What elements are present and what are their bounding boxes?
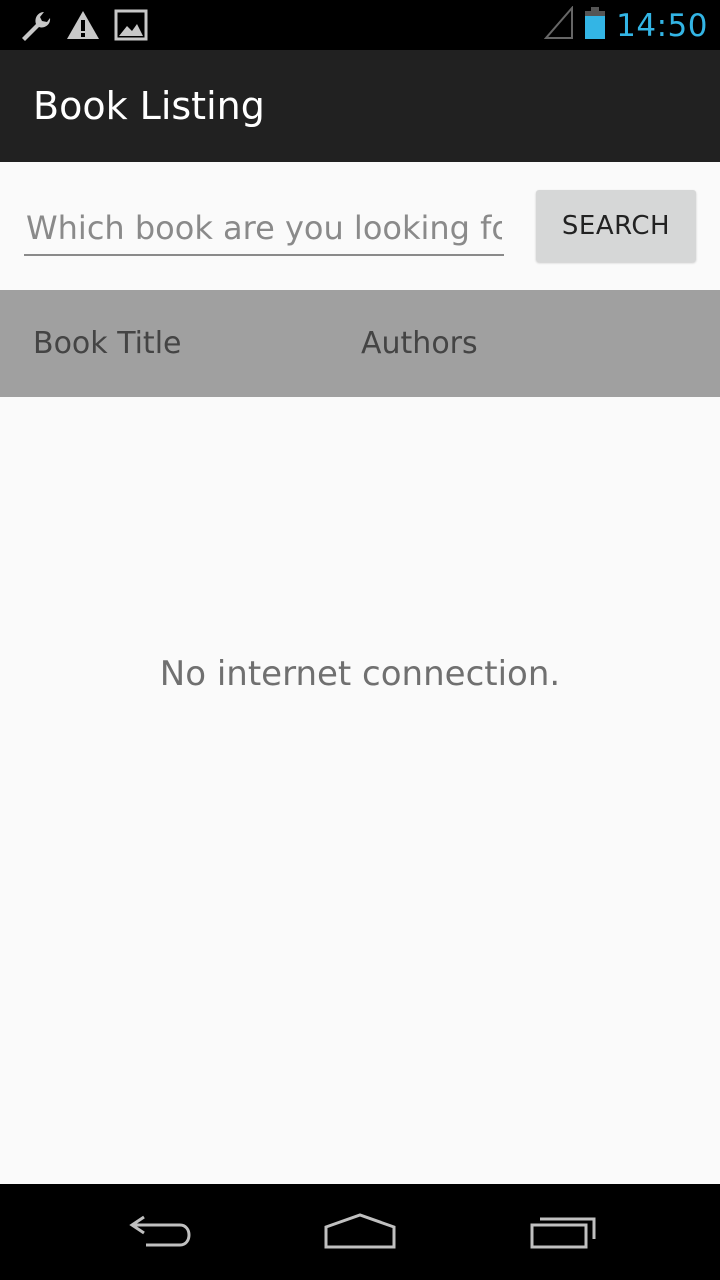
- image-icon: [114, 9, 148, 46]
- search-button[interactable]: SEARCH: [536, 190, 696, 262]
- column-header-book-title: Book Title: [33, 326, 182, 361]
- app-title: Book Listing: [33, 84, 265, 128]
- navigation-bar: [0, 1184, 720, 1280]
- empty-state-message: No internet connection.: [159, 654, 561, 694]
- status-bar: 14:50: [0, 0, 720, 50]
- home-icon: [322, 1209, 398, 1258]
- back-button[interactable]: [120, 1208, 200, 1258]
- recents-button[interactable]: [522, 1208, 602, 1258]
- results-list: No internet connection.: [0, 397, 720, 1184]
- search-row: SEARCH: [0, 162, 720, 290]
- search-input[interactable]: [24, 202, 504, 256]
- notification-icons: [16, 8, 148, 47]
- action-bar: Book Listing: [0, 50, 720, 162]
- column-header-authors: Authors: [361, 326, 478, 361]
- signal-icon: [543, 5, 574, 45]
- home-button[interactable]: [320, 1208, 400, 1258]
- recents-icon: [526, 1209, 598, 1258]
- battery-icon: [584, 6, 606, 45]
- clock: 14:50: [616, 7, 708, 44]
- wrench-icon: [16, 8, 52, 47]
- system-icons: 14:50: [543, 5, 708, 45]
- warning-icon: [66, 9, 100, 46]
- back-icon: [124, 1209, 196, 1258]
- table-header: Book Title Authors: [0, 290, 720, 397]
